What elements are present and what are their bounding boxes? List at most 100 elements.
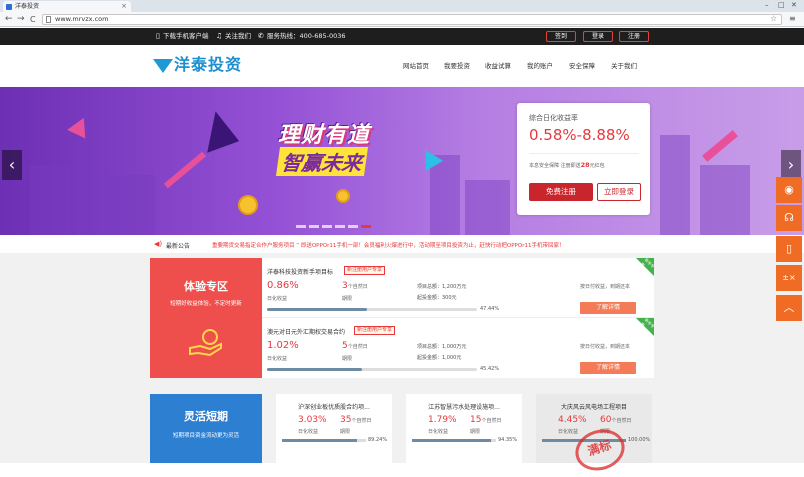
qq-icon[interactable]: ◉ xyxy=(776,177,802,203)
login-button[interactable]: 登录 xyxy=(583,31,613,42)
newbie-corner-badge: 新手专享 xyxy=(636,317,656,336)
coin-icon xyxy=(336,189,350,203)
triangle-shape xyxy=(67,113,93,139)
product-min: 起投金额：300元 xyxy=(417,295,457,301)
reload-button[interactable]: C xyxy=(30,14,36,25)
product-min: 起投金额：1,000元 xyxy=(417,355,462,361)
close-window-button[interactable]: ✕ xyxy=(791,0,797,11)
experience-title: 体验专区 xyxy=(184,280,228,293)
nav-invest[interactable]: 我要投资 xyxy=(444,62,470,71)
product-rate-label: 日化收益 xyxy=(267,356,288,362)
logo-mark xyxy=(153,59,173,73)
pagination-dot[interactable] xyxy=(296,225,306,228)
progress-text: 89.24% xyxy=(368,437,388,443)
bookmark-star-icon[interactable]: ☆ xyxy=(770,14,777,23)
progress-bar xyxy=(412,439,496,442)
project-card[interactable]: 沪深创业板优质股合约项... 3.03% 35个自然日 日化收益 期限 89.2… xyxy=(276,394,392,463)
coin-icon xyxy=(238,195,258,215)
card-name: 江苏智慧污水处理设施项... xyxy=(428,404,500,411)
top-arrow-icon[interactable]: ︿ xyxy=(776,295,802,321)
follow-us-link[interactable]: 关注我们 xyxy=(225,32,251,41)
progress-fill xyxy=(282,439,357,442)
product-term: 5个自然日 xyxy=(342,341,368,351)
phone-icon: ✆ xyxy=(258,32,264,40)
pagination-dot[interactable] xyxy=(335,225,345,228)
notice-bar: ◀) 最新公告 重要期货交易指定合作户服务项目 ” 即送OPPOr11手机一部！… xyxy=(0,235,804,253)
url-text: www.mrvzx.com xyxy=(55,15,109,23)
card-term: 35个自然日 xyxy=(340,415,372,425)
rate-title: 综合日化收益率 xyxy=(529,114,578,122)
banner-headline-1: 理财有道 xyxy=(278,123,371,148)
progress-text: 47.44% xyxy=(480,306,500,312)
calculator-icon[interactable]: ±× xyxy=(776,265,802,291)
hero-banner[interactable]: 理财有道 智赢未来 xyxy=(0,87,804,235)
pagination-dot[interactable] xyxy=(322,225,332,228)
pagination-dot[interactable] xyxy=(309,225,319,228)
product-rate: 0.86% xyxy=(267,280,299,291)
favicon-icon xyxy=(6,4,12,10)
register-button[interactable]: 注册 xyxy=(619,31,649,42)
signin-button[interactable]: 签到 xyxy=(546,31,576,42)
banner-prev-arrow[interactable]: ‹ xyxy=(2,150,22,180)
rate-box: 综合日化收益率 0.58%-8.88% 本息安全保障 注册即送28元红包 免费注… xyxy=(517,103,650,215)
back-button[interactable]: ← xyxy=(5,14,13,25)
download-app-link[interactable]: 下载手机客户端 xyxy=(163,32,209,41)
product-name[interactable]: 洋泰科技投资新手项目标 xyxy=(267,267,333,276)
card-name: 大庆风云风电场工程项目 xyxy=(560,404,627,411)
login-now-button[interactable]: 立即登录 xyxy=(597,183,641,201)
banner-pagination xyxy=(296,222,374,230)
browser-menu-icon[interactable]: ≡ xyxy=(789,14,796,23)
notice-text[interactable]: 重要期货交易指定合作户服务项目 ” 即送OPPOr11手机一部！会员福利火爆进行… xyxy=(212,241,564,249)
browser-tab[interactable]: 洋泰投资 × xyxy=(3,1,131,12)
rate-note: 本息安全保障 注册即送28元红包 xyxy=(529,161,605,169)
product-item: 澳元对日元外汇期权交易合约 新注册用户专享 1.02% 日化收益 5个自然日 期… xyxy=(262,317,656,378)
card-term: 15个自然日 xyxy=(470,415,502,425)
nav-security[interactable]: 安全保障 xyxy=(569,62,595,71)
card-rate-label: 日化收益 xyxy=(558,429,579,435)
maximize-button[interactable]: □ xyxy=(778,0,785,11)
browser-tab-bar: 洋泰投资 × – □ ✕ xyxy=(0,0,804,12)
progress-bar xyxy=(282,439,366,442)
top-bar: ▯ 下载手机客户端 ♫ 关注我们 ✆ 服务热线：400-685-0036 签到 … xyxy=(0,28,804,45)
triangle-shape xyxy=(194,107,240,153)
card-term: 60个自然日 xyxy=(600,415,632,425)
address-bar-row: ← → C www.mrvzx.com ☆ ≡ xyxy=(0,12,804,27)
minimize-button[interactable]: – xyxy=(765,0,769,11)
progress-fill xyxy=(412,439,492,442)
product-total: 项目总额：1,200万元 xyxy=(417,284,467,290)
details-button[interactable]: 了解详情 xyxy=(580,302,636,314)
product-name[interactable]: 澳元对日元外汇期权交易合约 xyxy=(267,327,345,336)
experience-products: 洋泰科技投资新手项目标 新注册用户专享 0.86% 日化收益 3个自然日 期限 … xyxy=(262,257,656,378)
logo-text[interactable]: 洋泰投资 xyxy=(174,55,242,75)
payment-method: 按日付收益，到期还本 xyxy=(580,344,631,350)
product-tag: 新注册用户专享 xyxy=(354,326,396,335)
experience-panel: 体验专区 短期好收益体验，不定时更新 xyxy=(150,258,262,378)
phone-icon[interactable]: ▯ xyxy=(776,236,802,262)
newbie-corner-badge: 新手专享 xyxy=(636,257,656,276)
product-tag: 新注册用户专享 xyxy=(344,266,386,275)
page-icon xyxy=(46,16,51,23)
free-register-button[interactable]: 免费注册 xyxy=(529,183,593,201)
forward-button[interactable]: → xyxy=(17,14,25,25)
url-field[interactable]: www.mrvzx.com xyxy=(42,14,782,25)
card-rate-label: 日化收益 xyxy=(428,429,449,435)
card-rate: 4.45% xyxy=(558,415,587,425)
pagination-dot[interactable] xyxy=(348,225,358,228)
nav-account[interactable]: 我的账户 xyxy=(527,62,553,71)
progress-text: 45.42% xyxy=(480,366,500,372)
project-card[interactable]: 江苏智慧污水处理设施项... 1.79% 15个自然日 日化收益 期限 94.3… xyxy=(406,394,522,463)
rate-value: 0.58%-8.88% xyxy=(529,126,630,144)
nav-home[interactable]: 网站首页 xyxy=(403,62,429,71)
tab-close-icon[interactable]: × xyxy=(121,1,127,12)
banner-next-arrow[interactable]: › xyxy=(781,150,801,180)
product-rate-label: 日化收益 xyxy=(267,296,288,302)
nav-about[interactable]: 关于我们 xyxy=(611,62,637,71)
headset-icon[interactable]: ☊ xyxy=(776,205,802,231)
tab-title: 洋泰投资 xyxy=(15,3,40,10)
product-item: 洋泰科技投资新手项目标 新注册用户专享 0.86% 日化收益 3个自然日 期限 … xyxy=(262,257,656,318)
progress-text: 100.00% xyxy=(628,437,651,443)
card-term-label: 期限 xyxy=(340,429,351,435)
nav-calculator[interactable]: 收益试算 xyxy=(485,62,511,71)
details-button[interactable]: 了解详情 xyxy=(580,362,636,374)
pagination-dot-active[interactable] xyxy=(361,225,371,228)
